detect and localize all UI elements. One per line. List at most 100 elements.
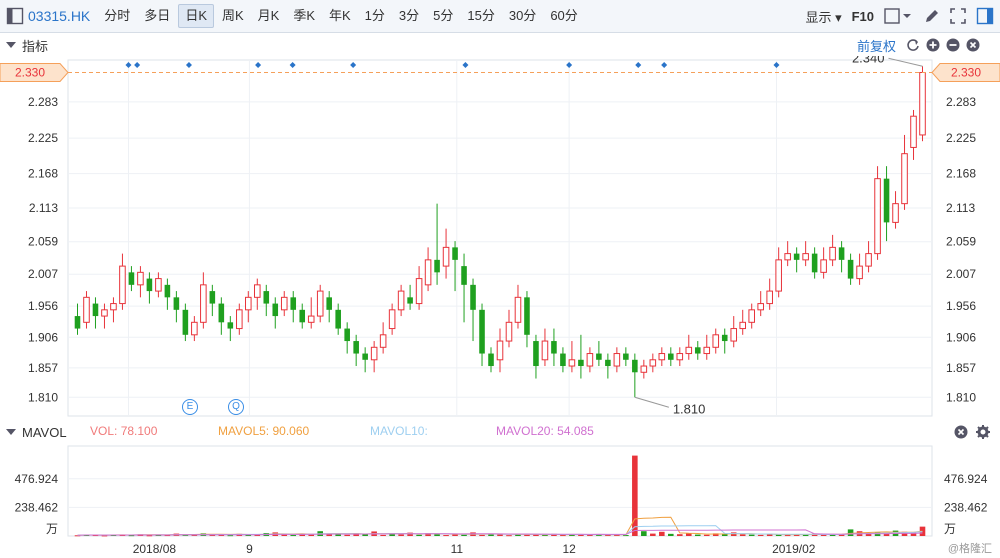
- volume-bar: [668, 533, 674, 536]
- volume-bar: [847, 529, 854, 536]
- period-tab[interactable]: 1分: [359, 5, 391, 27]
- sidebar-toggle-icon[interactable]: [6, 7, 24, 25]
- volume-bar: [344, 534, 350, 536]
- volume-bar: [632, 455, 638, 536]
- period-tab[interactable]: 月K: [252, 5, 286, 27]
- mavol10-legend: MAVOL10:: [370, 424, 428, 438]
- candle-body: [137, 271, 144, 286]
- candle-body: [119, 265, 126, 305]
- candle-body: [766, 290, 773, 305]
- volume-bar: [443, 535, 449, 537]
- candle-body: [551, 341, 557, 354]
- candle-body: [415, 278, 423, 305]
- y-tick-label-right: 2.007: [946, 267, 976, 281]
- candle-body: [263, 291, 270, 304]
- candle-body: [344, 328, 350, 342]
- volume-bar: [227, 535, 234, 537]
- candle-body: [910, 115, 917, 148]
- volume-bar: [506, 535, 512, 537]
- volume-chart[interactable]: 476.924 476.924 238.462 238.462 万 万 2018/08 9 11…: [0, 442, 1000, 558]
- period-tab[interactable]: 60分: [544, 5, 583, 27]
- candle-body: [173, 297, 180, 310]
- candle-body: [739, 321, 747, 330]
- ticker-symbol[interactable]: 03315.HK: [24, 8, 96, 24]
- mavol5-legend: MAVOL5: 90.060: [218, 424, 310, 438]
- y-tick-label-right: 2.168: [946, 167, 976, 181]
- period-tab[interactable]: 15分: [461, 5, 500, 27]
- candle-body: [856, 265, 863, 280]
- candle-body: [101, 309, 108, 317]
- fullscreen-icon[interactable]: [950, 8, 966, 24]
- candle-body: [290, 297, 297, 310]
- candle-body: [613, 353, 621, 367]
- period-tab[interactable]: 3分: [393, 5, 425, 27]
- period-tab[interactable]: 年K: [323, 5, 357, 27]
- earnings-event-icon[interactable]: E: [182, 399, 198, 415]
- close-volume-icon[interactable]: [954, 425, 968, 439]
- pen-icon[interactable]: [924, 8, 940, 24]
- period-tab[interactable]: 季K: [287, 5, 321, 27]
- volume-settings-icon[interactable]: [976, 425, 990, 439]
- candle-body: [721, 334, 728, 342]
- volume-bar: [820, 534, 827, 536]
- volume-tick-right: 476.924: [944, 472, 988, 486]
- volume-unit-left: 万: [46, 522, 58, 536]
- volume-bar: [308, 534, 315, 536]
- quote-event-icon[interactable]: Q: [228, 399, 244, 415]
- candle-body: [92, 303, 99, 317]
- volume-bar: [488, 534, 494, 536]
- candle-body: [838, 247, 845, 260]
- candle-body: [280, 296, 288, 311]
- candle-body: [362, 353, 368, 360]
- x-tick-label: 12: [562, 542, 576, 556]
- candle-body: [316, 290, 324, 317]
- y-tick-label-right: 1.810: [946, 390, 976, 404]
- panel-toggle-icon[interactable]: [976, 7, 994, 25]
- volume-bar: [380, 534, 386, 536]
- candle-body: [847, 259, 854, 279]
- candle-body: [901, 153, 908, 205]
- toolbar: 03315.HK 分时 多日 日K 周K 月K 季K 年K 1分 3分 5分 15分 30分 60分 显…: [0, 0, 1000, 33]
- volume-bar: [650, 533, 656, 536]
- zoom-in-icon[interactable]: [926, 38, 940, 52]
- candle-body: [326, 297, 332, 310]
- candle-body: [74, 316, 81, 329]
- volume-bar: [290, 535, 297, 537]
- volume-tick-left: 238.462: [15, 500, 59, 514]
- candle-body: [775, 259, 782, 292]
- candle-body: [470, 284, 476, 310]
- y-tick-label-left: 2.059: [28, 235, 58, 249]
- candle-body: [488, 353, 494, 367]
- collapse-indicator-icon[interactable]: [6, 42, 16, 48]
- candle-body: [370, 346, 378, 361]
- period-tab[interactable]: 5分: [427, 5, 459, 27]
- period-tab[interactable]: 多日: [138, 5, 176, 27]
- candle-body: [110, 303, 117, 311]
- display-dropdown[interactable]: 显示 ▾: [805, 7, 841, 26]
- volume-bar: [757, 534, 764, 536]
- close-indicator-icon[interactable]: [966, 38, 980, 52]
- refresh-icon[interactable]: [906, 38, 920, 52]
- volume-bar: [703, 534, 710, 536]
- period-tab[interactable]: 30分: [503, 5, 542, 27]
- candle-body: [505, 321, 513, 342]
- low-price-label: 1.810: [673, 401, 706, 416]
- zoom-out-icon[interactable]: [946, 38, 960, 52]
- adjust-mode-label[interactable]: 前复权: [857, 36, 896, 55]
- candle-body: [236, 309, 243, 330]
- collapse-volume-icon[interactable]: [6, 429, 16, 435]
- volume-bar: [641, 531, 647, 536]
- f10-button[interactable]: F10: [852, 9, 874, 24]
- period-tab[interactable]: 周K: [216, 5, 250, 27]
- candle-body: [919, 71, 926, 136]
- candle-body: [596, 353, 602, 360]
- y-tick-label-right: 2.059: [946, 235, 976, 249]
- candle-body: [784, 253, 791, 261]
- candle-body: [703, 346, 711, 355]
- price-chart[interactable]: 2.283 2.283 2.225 2.225 2.168 2.168 2.113 2.113…: [0, 56, 1000, 418]
- candle-body: [586, 353, 594, 367]
- candle-body: [892, 203, 899, 223]
- period-tab[interactable]: 分时: [98, 5, 136, 27]
- period-tab[interactable]: 日K: [178, 4, 214, 28]
- layout-dropdown-icon[interactable]: [884, 8, 914, 24]
